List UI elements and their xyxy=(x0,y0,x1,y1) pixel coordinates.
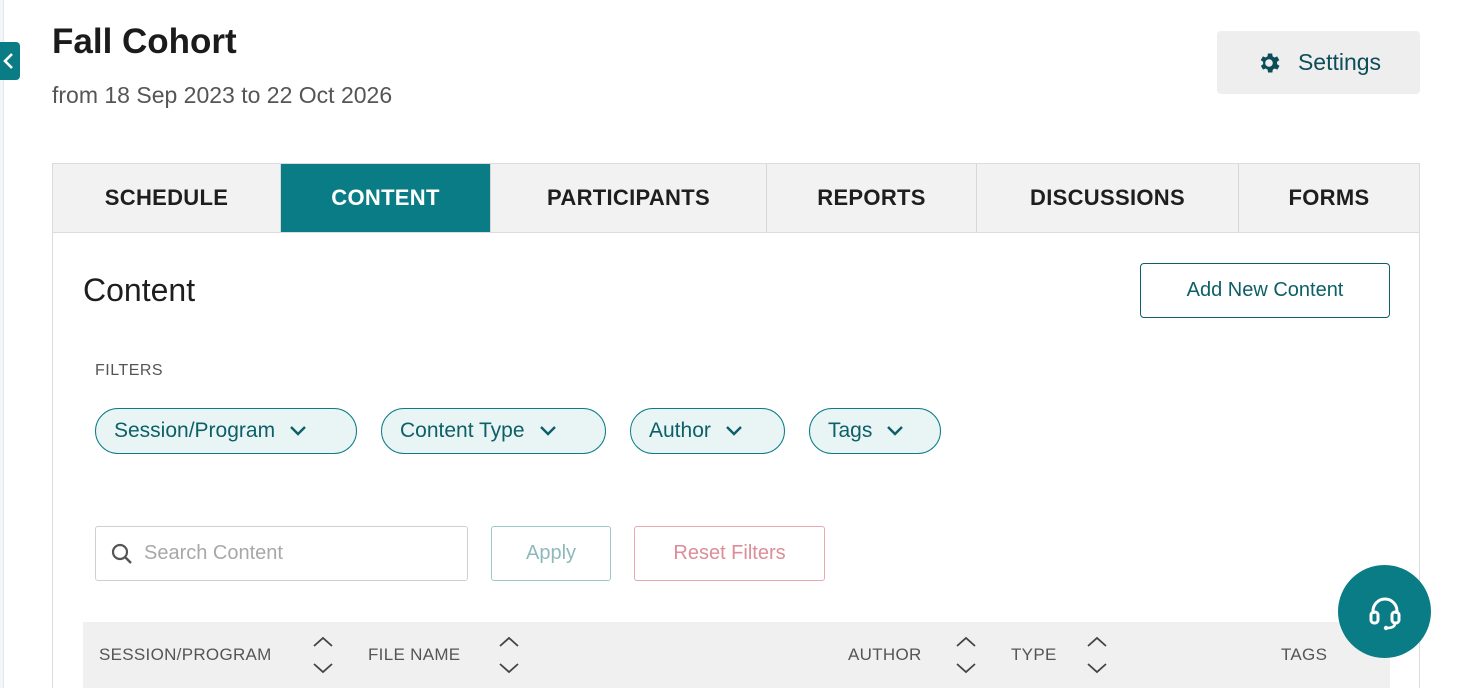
chevron-left-icon xyxy=(3,53,13,69)
filter-session-program[interactable]: Session/Program xyxy=(95,408,357,454)
reset-filters-button[interactable]: Reset Filters xyxy=(634,526,825,581)
search-box xyxy=(95,526,468,581)
section-title: Content xyxy=(83,272,196,308)
column-header-session-program[interactable]: SESSION/PROGRAM xyxy=(99,622,272,688)
tab-forms[interactable]: FORMS xyxy=(1239,164,1419,232)
tab-discussions[interactable]: DISCUSSIONS xyxy=(977,164,1239,232)
page-title: Fall Cohort xyxy=(52,22,237,61)
apply-button[interactable]: Apply xyxy=(491,526,611,581)
gear-icon xyxy=(1260,52,1280,73)
help-support-button[interactable] xyxy=(1338,565,1431,658)
sort-arrows-icon[interactable] xyxy=(311,634,335,676)
chevron-down-icon xyxy=(539,426,556,436)
sort-arrows-icon[interactable] xyxy=(497,634,521,676)
sort-arrows-icon[interactable] xyxy=(954,634,978,676)
tab-reports[interactable]: REPORTS xyxy=(767,164,977,232)
column-header-file-name[interactable]: FILE NAME xyxy=(368,622,460,688)
tab-content[interactable]: CONTENT xyxy=(281,164,491,232)
search-input[interactable] xyxy=(144,542,434,565)
tab-bar: SCHEDULE CONTENT PARTICIPANTS REPORTS DI… xyxy=(53,164,1419,233)
column-header-author[interactable]: AUTHOR xyxy=(848,622,922,688)
search-icon xyxy=(111,543,132,564)
headset-icon xyxy=(1369,597,1400,630)
filter-author[interactable]: Author xyxy=(630,408,785,454)
column-header-tags: TAGS xyxy=(1281,645,1328,664)
table-header-row: SESSION/PROGRAM FILE NAME AUTHOR TYPE TA… xyxy=(83,622,1390,688)
chevron-down-icon xyxy=(290,426,306,436)
settings-label: Settings xyxy=(1297,49,1382,75)
filter-content-type[interactable]: Content Type xyxy=(381,408,606,454)
settings-button[interactable]: Settings xyxy=(1217,31,1420,94)
date-range-subtitle: from 18 Sep 2023 to 22 Oct 2026 xyxy=(52,82,393,108)
left-sidebar-edge xyxy=(0,0,4,688)
sort-arrows-icon[interactable] xyxy=(1085,634,1109,676)
filters-label: FILTERS xyxy=(95,362,164,379)
content-panel: SCHEDULE CONTENT PARTICIPANTS REPORTS DI… xyxy=(52,163,1420,688)
filter-tags[interactable]: Tags xyxy=(809,408,941,454)
chevron-down-icon xyxy=(726,426,742,436)
tab-participants[interactable]: PARTICIPANTS xyxy=(491,164,767,232)
tab-schedule[interactable]: SCHEDULE xyxy=(53,164,281,232)
column-header-type[interactable]: TYPE xyxy=(1011,622,1057,688)
chevron-down-icon xyxy=(887,426,904,436)
sidebar-collapse-button[interactable] xyxy=(0,42,20,80)
add-new-content-button[interactable]: Add New Content xyxy=(1140,263,1390,318)
